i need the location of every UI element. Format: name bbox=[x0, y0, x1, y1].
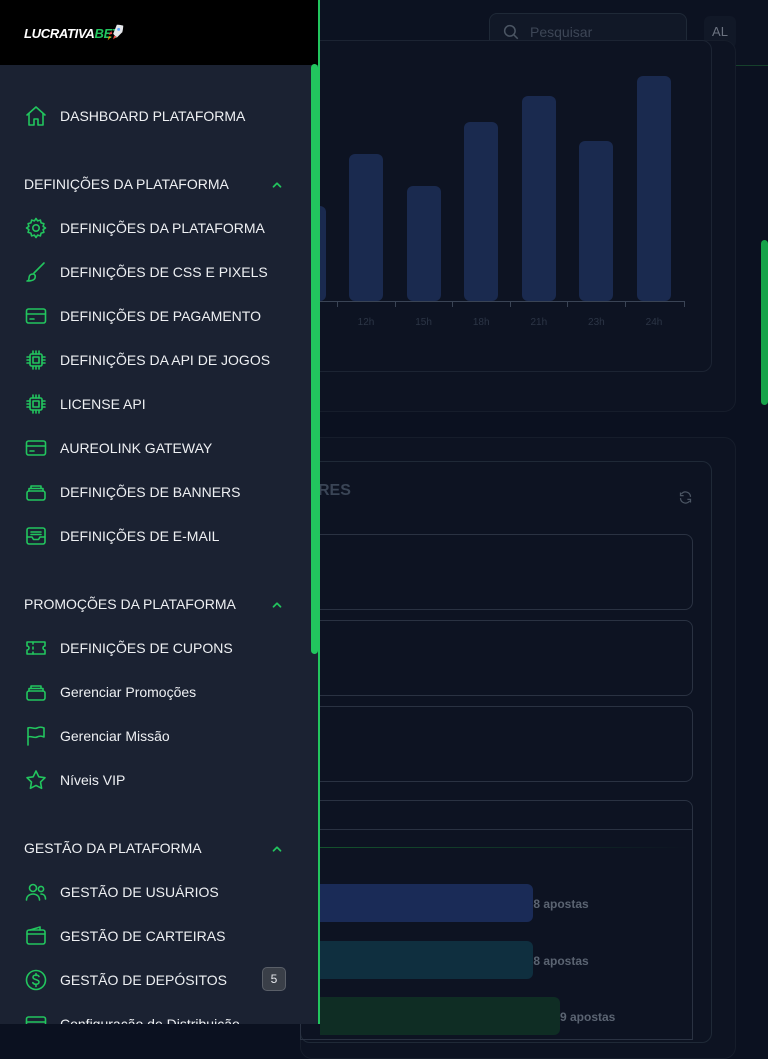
section-title: DEFINIÇÕES DA PLATAFORMA bbox=[24, 176, 229, 192]
users-icon bbox=[25, 883, 47, 901]
sidebar-item-gestao-de-carteiras[interactable]: GESTÃO DE CARTEIRAS bbox=[24, 924, 225, 948]
bets-bar bbox=[320, 941, 534, 979]
credit-card-icon bbox=[25, 308, 47, 324]
page-scrollbar[interactable] bbox=[761, 240, 768, 405]
section-header-promocoes-da-plataforma[interactable]: PROMOÇÕES DA PLATAFORMA bbox=[24, 594, 286, 614]
section-title: GESTÃO DA PLATAFORMA bbox=[24, 840, 202, 856]
sidebar-item-label: DEFINIÇÕES DE CUPONS bbox=[60, 640, 233, 656]
stack-icon bbox=[26, 485, 46, 501]
sidebar-item-definicoes-da-api-de-jogos[interactable]: DEFINIÇÕES DA API DE JOGOS bbox=[24, 348, 270, 372]
inbox-icon bbox=[26, 527, 46, 545]
ranking-title: RES bbox=[318, 482, 351, 499]
sidebar-item-configuracao-de-distribuicao[interactable]: Configuração de Distribuição bbox=[24, 1012, 240, 1024]
sidebar-item-label: DEFINIÇÕES DE E-MAIL bbox=[60, 528, 220, 544]
sidebar-item-label: DEFINIÇÕES DE PAGAMENTO bbox=[60, 308, 261, 324]
wallet-icon bbox=[26, 926, 46, 945]
rocket-icon bbox=[107, 24, 124, 41]
sidebar-item-definicoes-da-plataforma[interactable]: DEFINIÇÕES DA PLATAFORMA bbox=[24, 216, 265, 240]
credit-card-icon bbox=[25, 1016, 47, 1024]
bets-bar bbox=[320, 997, 560, 1035]
stack-icon bbox=[26, 685, 46, 701]
dollar-circle-icon bbox=[25, 969, 47, 991]
chevron-up-icon[interactable] bbox=[270, 842, 284, 856]
bets-label: 8 apostas bbox=[533, 954, 589, 968]
credit-card-icon bbox=[25, 440, 47, 456]
sidebar-item-label: GESTÃO DE CARTEIRAS bbox=[60, 928, 226, 944]
sidebar-scrollbar[interactable] bbox=[311, 64, 318, 654]
sidebar-item-aureolink-gateway[interactable]: AUREOLINK GATEWAY bbox=[24, 436, 212, 460]
sidebar-item-gestao-de-depositos[interactable]: GESTÃO DE DEPÓSITOS bbox=[24, 968, 227, 992]
bets-label: 9 apostas bbox=[560, 1010, 616, 1024]
logo-bar: LUCRATIVABET bbox=[0, 0, 318, 65]
sidebar-item-label: DEFINIÇÕES DE BANNERS bbox=[60, 484, 241, 500]
sidebar-item-label: DEFINIÇÕES DA API DE JOGOS bbox=[60, 352, 271, 368]
ranking-row[interactable] bbox=[300, 534, 693, 610]
sidebar-item-license-api[interactable]: LICENSE API bbox=[24, 392, 146, 416]
chart-x-label: 21h bbox=[530, 317, 548, 328]
chart-bar bbox=[579, 141, 614, 301]
sidebar-item-definicoes-de-cupons[interactable]: DEFINIÇÕES DE CUPONS bbox=[24, 636, 233, 660]
deposits-badge: 5 bbox=[262, 967, 286, 991]
cpu-chip-icon bbox=[26, 394, 46, 414]
chart-bar bbox=[464, 122, 499, 301]
refresh-icon[interactable] bbox=[678, 490, 693, 505]
cpu-chip-icon bbox=[26, 350, 46, 370]
sidebar-item-label: GESTÃO DE USUÁRIOS bbox=[60, 884, 219, 900]
home-icon bbox=[26, 106, 46, 126]
chart-bar bbox=[406, 186, 441, 301]
ranking-row[interactable] bbox=[300, 706, 693, 782]
chart-x-label: 18h bbox=[472, 317, 490, 328]
section-header-gestao-da-plataforma[interactable]: GESTÃO DA PLATAFORMA bbox=[24, 838, 286, 858]
chevron-up-icon[interactable] bbox=[270, 178, 284, 192]
sidebar-item-gestao-de-usuarios[interactable]: GESTÃO DE USUÁRIOS bbox=[24, 880, 219, 904]
chart-bar bbox=[637, 76, 671, 301]
chart-x-axis bbox=[310, 301, 685, 302]
sidebar-item-niveis-vip[interactable]: Níveis VIP bbox=[24, 768, 125, 792]
sidebar-item-label: GESTÃO DE DEPÓSITOS bbox=[60, 972, 228, 988]
bets-bar bbox=[320, 884, 534, 922]
search-icon bbox=[503, 24, 519, 40]
sidebar-item-label: AUREOLINK GATEWAY bbox=[60, 440, 213, 456]
sidebar-item-label: Gerenciar Promoções bbox=[60, 684, 197, 700]
chart-x-label: 23h bbox=[588, 317, 605, 328]
sidebar: LUCRATIVABET DASHBOARD PLATAFORMA DEFINIÇ… bbox=[0, 0, 320, 1024]
sidebar-item-definicoes-de-banners[interactable]: DEFINIÇÕES DE BANNERS bbox=[24, 480, 240, 504]
chart-bar bbox=[349, 154, 383, 301]
ranking-row[interactable] bbox=[300, 620, 693, 696]
chart-x-label: 12h bbox=[357, 317, 375, 328]
sidebar-item-label: DASHBOARD PLATAFORMA bbox=[60, 108, 246, 124]
search-input[interactable]: Pesquisar bbox=[530, 24, 592, 40]
sidebar-item-label: LICENSE API bbox=[60, 396, 146, 412]
sidebar-item-label: DEFINIÇÕES DE CSS E PIXELS bbox=[60, 264, 268, 280]
flag-icon bbox=[27, 726, 45, 746]
bets-label: 8 apostas bbox=[533, 897, 589, 911]
gear-icon bbox=[25, 217, 47, 239]
chart-x-label: 24h bbox=[645, 317, 663, 328]
brush-icon bbox=[26, 262, 45, 282]
sidebar-item-gerenciar-missao[interactable]: Gerenciar Missão bbox=[24, 724, 170, 748]
section-header-definicoes-da-plataforma[interactable]: DEFINIÇÕES DA PLATAFORMA bbox=[24, 174, 286, 194]
ranking-accent-line bbox=[320, 847, 688, 848]
sidebar-item-gerenciar-promocoes[interactable]: Gerenciar Promoções bbox=[24, 680, 196, 704]
sidebar-item-label: Configuração de Distribuição bbox=[60, 1016, 240, 1024]
sidebar-item-definicoes-de-e-mail[interactable]: DEFINIÇÕES DE E-MAIL bbox=[24, 524, 219, 548]
section-title: PROMOÇÕES DA PLATAFORMA bbox=[24, 596, 236, 612]
chart-x-label: 15h bbox=[415, 317, 432, 328]
sidebar-item-definicoes-de-css-e-pixels[interactable]: DEFINIÇÕES DE CSS E PIXELS bbox=[24, 260, 268, 284]
ticket-icon bbox=[26, 641, 46, 655]
sidebar-item-dashboard[interactable]: DASHBOARD PLATAFORMA bbox=[24, 104, 245, 128]
sidebar-item-label: Gerenciar Missão bbox=[60, 728, 170, 744]
chevron-up-icon[interactable] bbox=[270, 598, 284, 612]
ranking-divider bbox=[300, 829, 693, 830]
sidebar-item-label: DEFINIÇÕES DA PLATAFORMA bbox=[60, 220, 265, 236]
chart-bar bbox=[521, 96, 556, 301]
sidebar-item-definicoes-de-pagamento[interactable]: DEFINIÇÕES DE PAGAMENTO bbox=[24, 304, 261, 328]
sidebar-item-label: Níveis VIP bbox=[60, 772, 126, 788]
star-icon bbox=[26, 770, 46, 790]
